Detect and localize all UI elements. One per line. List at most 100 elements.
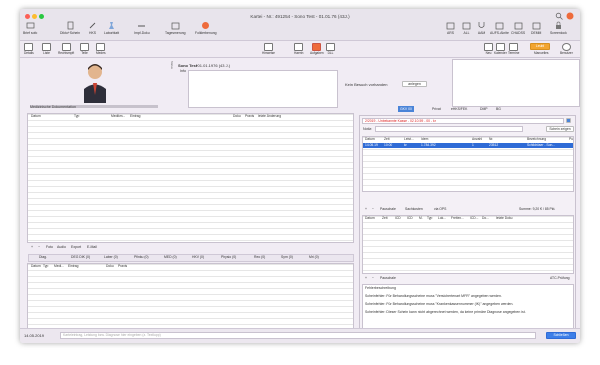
search-icon[interactable] — [555, 12, 563, 20]
error-item[interactable]: Scheinfehler: Für Behandlungsscheine mus… — [365, 302, 565, 306]
schein-zeigen-button[interactable]: Schein zeigen — [546, 126, 574, 132]
col-leist[interactable]: Leist... — [404, 137, 414, 141]
tb-haerin[interactable]: Haerin — [294, 43, 303, 55]
tb-aufgaben[interactable]: Aufgaben — [310, 43, 324, 55]
col-typ[interactable]: Typ — [427, 216, 432, 220]
remove-doc-button[interactable]: − — [38, 245, 40, 249]
col-bezeichnung[interactable]: Bezeichnung — [527, 137, 546, 141]
toolbar-demm[interactable]: DEMM — [531, 21, 541, 35]
tab-laber[interactable]: Laber (0) — [104, 255, 118, 259]
toolbar-screenlock[interactable]: Screenlock — [550, 21, 567, 35]
atc-pruefung-button[interactable]: ATC-Prüfung — [550, 276, 570, 280]
bottom-table[interactable]: Datum Typ Medi... Eintrag Doku Praxis — [27, 263, 354, 329]
col-datum[interactable]: Datum — [365, 216, 375, 220]
col-medikm[interactable]: Medikm... — [111, 114, 125, 118]
col-freitext[interactable]: Freitex... — [451, 216, 464, 220]
remove-diag-button[interactable]: − — [372, 276, 374, 280]
close-button[interactable]: Schließen — [546, 332, 576, 339]
col-letzte-doku[interactable]: letzte Doku — [496, 216, 513, 220]
add-diag-button[interactable]: + — [365, 276, 367, 280]
col-eintrag[interactable]: Eintrag — [68, 264, 78, 268]
tb-termine[interactable]: Termine — [508, 43, 519, 55]
sachkosten-button[interactable]: Sachkosten — [405, 207, 423, 211]
tb-details[interactable]: Details — [24, 43, 34, 55]
error-item[interactable]: Scheinfehler: Dieser Schein kann nicht a… — [365, 310, 561, 314]
col-eintrag[interactable]: Eintrag — [130, 114, 140, 118]
tab-physio[interactable]: Physio (0) — [221, 255, 236, 259]
pauschale-button[interactable]: Pauschale — [380, 207, 396, 211]
tb-rechts[interactable]: Rechtsmpft — [58, 43, 74, 55]
tab-sym[interactable]: Sym (0) — [281, 255, 293, 259]
tab-dmp[interactable]: DMP — [480, 107, 488, 111]
col-m[interactable]: M. — [419, 216, 423, 220]
col-icd3[interactable]: ICD... — [470, 216, 478, 220]
tb-teile[interactable]: Telle — [80, 43, 89, 55]
tab-gkv[interactable]: GKV 00 — [398, 106, 414, 112]
diagnosis-table[interactable]: Datum Zeit ICD ICD M. Typ Lok... Freitex… — [362, 215, 574, 274]
col-letzte-aenderung[interactable]: letzte Änderung — [258, 114, 281, 118]
export-button[interactable]: Export — [71, 245, 81, 249]
audio-button[interactable]: Audio — [57, 245, 66, 249]
remove-item-button[interactable]: − — [372, 207, 374, 211]
toolbar-brief[interactable]: Brief sofo — [23, 21, 37, 35]
tab-diag[interactable]: Diag. — [39, 255, 47, 259]
col-datum[interactable]: Datum — [365, 137, 375, 141]
billing-table[interactable]: Datum Zeit Leist... Idem Anzahl Nr. Beze… — [362, 136, 574, 192]
table-row[interactable]: 14.05.19 10:00 kr 1.784.392 1 23512 Schi… — [363, 143, 573, 148]
col-anzahl[interactable]: Anzahl — [472, 137, 482, 141]
col-medi[interactable]: Medi... — [54, 264, 64, 268]
col-icd2[interactable]: ICD — [407, 216, 413, 220]
case-select[interactable]: 2/2019 - Unbekannte Kasse - 02.10.59 - 0… — [362, 118, 564, 124]
tab-hkv[interactable]: HKV (0) — [192, 255, 204, 259]
toolbar-all[interactable]: ALL — [462, 21, 471, 35]
col-lok[interactable]: Lok... — [438, 216, 446, 220]
foto-button[interactable]: Foto — [46, 245, 53, 249]
col-icd[interactable]: ICD — [395, 216, 401, 220]
tb-neu[interactable]: Neu — [484, 43, 493, 55]
via-ops-button[interactable]: via OPS — [434, 207, 446, 211]
info-field[interactable] — [188, 70, 338, 108]
docs-table[interactable]: Datum Typ Medikm... Eintrag Doku Praxis … — [27, 113, 354, 243]
toolbar-folkler[interactable]: Folklerbenung — [195, 21, 217, 35]
col-typ[interactable]: Typ — [43, 264, 48, 268]
notiz-field[interactable] — [375, 126, 523, 132]
tab-reo[interactable]: Reo (0) — [254, 255, 265, 259]
add-doc-button[interactable]: + — [31, 245, 33, 249]
tb-kalender[interactable]: Kalender — [494, 43, 507, 55]
col-datum[interactable]: Datum — [31, 264, 41, 268]
tb-medes[interactable]: Medes — [96, 43, 106, 55]
leubl-button[interactable]: Leubl — [530, 43, 550, 50]
create-visit-button[interactable]: anlegen — [402, 81, 427, 87]
toolbar-tages[interactable]: Tagesmerung — [165, 21, 186, 35]
toolbar-chadss[interactable]: CHADSS — [511, 21, 525, 35]
col-nr[interactable]: Nr. — [489, 137, 493, 141]
col-typ[interactable]: Typ — [74, 114, 79, 118]
entry-input[interactable]: Karteieintrag, Leistung bzw. Diagnose hi… — [60, 332, 536, 339]
email-button[interactable]: E-Mail — [87, 245, 97, 249]
notification-icon[interactable] — [566, 12, 574, 20]
toolbar-aam[interactable]: AAM — [477, 21, 486, 35]
tab-deg[interactable]: DEG DIK (0) — [71, 255, 90, 259]
error-item[interactable]: Scheinfehler: Für Behandlungsscheine mus… — [365, 294, 565, 298]
col-zeit[interactable]: Zeit — [384, 137, 390, 141]
col-idem[interactable]: Idem — [421, 137, 428, 141]
col-zeit[interactable]: Zeit — [382, 216, 388, 220]
tab-privat[interactable]: Privat — [432, 107, 441, 111]
toolbar-hks[interactable]: HKS — [88, 21, 97, 35]
col-praxis[interactable]: Praxis — [245, 114, 254, 118]
toolbar-diktu[interactable]: Diktu+Schein — [60, 21, 80, 35]
toolbar-labor[interactable]: Laborblatt — [104, 21, 119, 35]
patient-notes-panel[interactable] — [452, 59, 580, 107]
toolbar-aufs[interactable]: AUFS-Akrite — [490, 21, 509, 35]
tab-mri[interactable]: Mri (0) — [309, 255, 319, 259]
diag-pauschale-button[interactable]: Pauschale — [380, 276, 396, 280]
tb-dll[interactable]: DLL — [326, 43, 335, 55]
col-doku[interactable]: Doku — [106, 264, 114, 268]
toolbar-impf[interactable]: Impf-Doku — [134, 21, 150, 35]
col-doku[interactable]: Doku — [233, 114, 241, 118]
col-praxis[interactable]: Praxis — [118, 264, 127, 268]
col-datum[interactable]: Datum — [31, 114, 41, 118]
toolbar-ars[interactable]: ARS — [446, 21, 455, 35]
footer-date[interactable]: 14.05.2019 — [24, 333, 44, 338]
tb-hinweise[interactable]: Hinweise — [262, 43, 275, 55]
